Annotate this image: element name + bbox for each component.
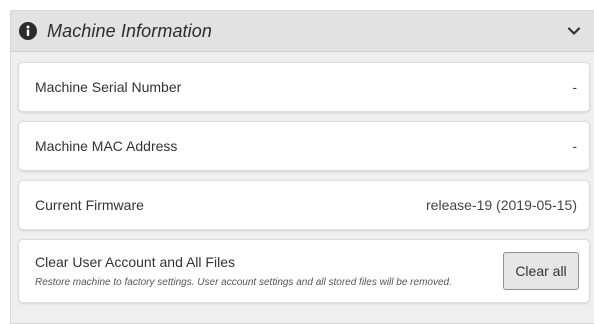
serial-number-value: - (572, 79, 577, 95)
info-rows: Machine Serial Number - Machine MAC Addr… (18, 62, 590, 312)
machine-information-panel: Machine Information Machine Serial Numbe… (10, 10, 594, 324)
mac-address-label: Machine MAC Address (35, 138, 178, 154)
clear-account-text: Clear User Account and All Files Restore… (35, 254, 485, 289)
panel-title: Machine Information (47, 20, 212, 41)
clear-account-label: Clear User Account and All Files (35, 253, 235, 270)
panel-header[interactable]: Machine Information (11, 11, 594, 52)
clear-account-description: Restore machine to factory settings. Use… (35, 276, 452, 288)
chevron-down-icon[interactable] (566, 23, 582, 39)
serial-number-row: Machine Serial Number - (18, 62, 590, 112)
info-icon (19, 22, 37, 40)
firmware-label: Current Firmware (35, 197, 144, 213)
clear-all-button[interactable]: Clear all (503, 252, 579, 290)
clear-account-row: Clear User Account and All Files Restore… (18, 239, 590, 303)
mac-address-value: - (572, 138, 577, 154)
mac-address-row: Machine MAC Address - (18, 121, 590, 171)
serial-number-label: Machine Serial Number (35, 79, 182, 95)
firmware-row: Current Firmware release-19 (2019-05-15) (18, 180, 590, 230)
firmware-value: release-19 (2019-05-15) (426, 197, 577, 213)
